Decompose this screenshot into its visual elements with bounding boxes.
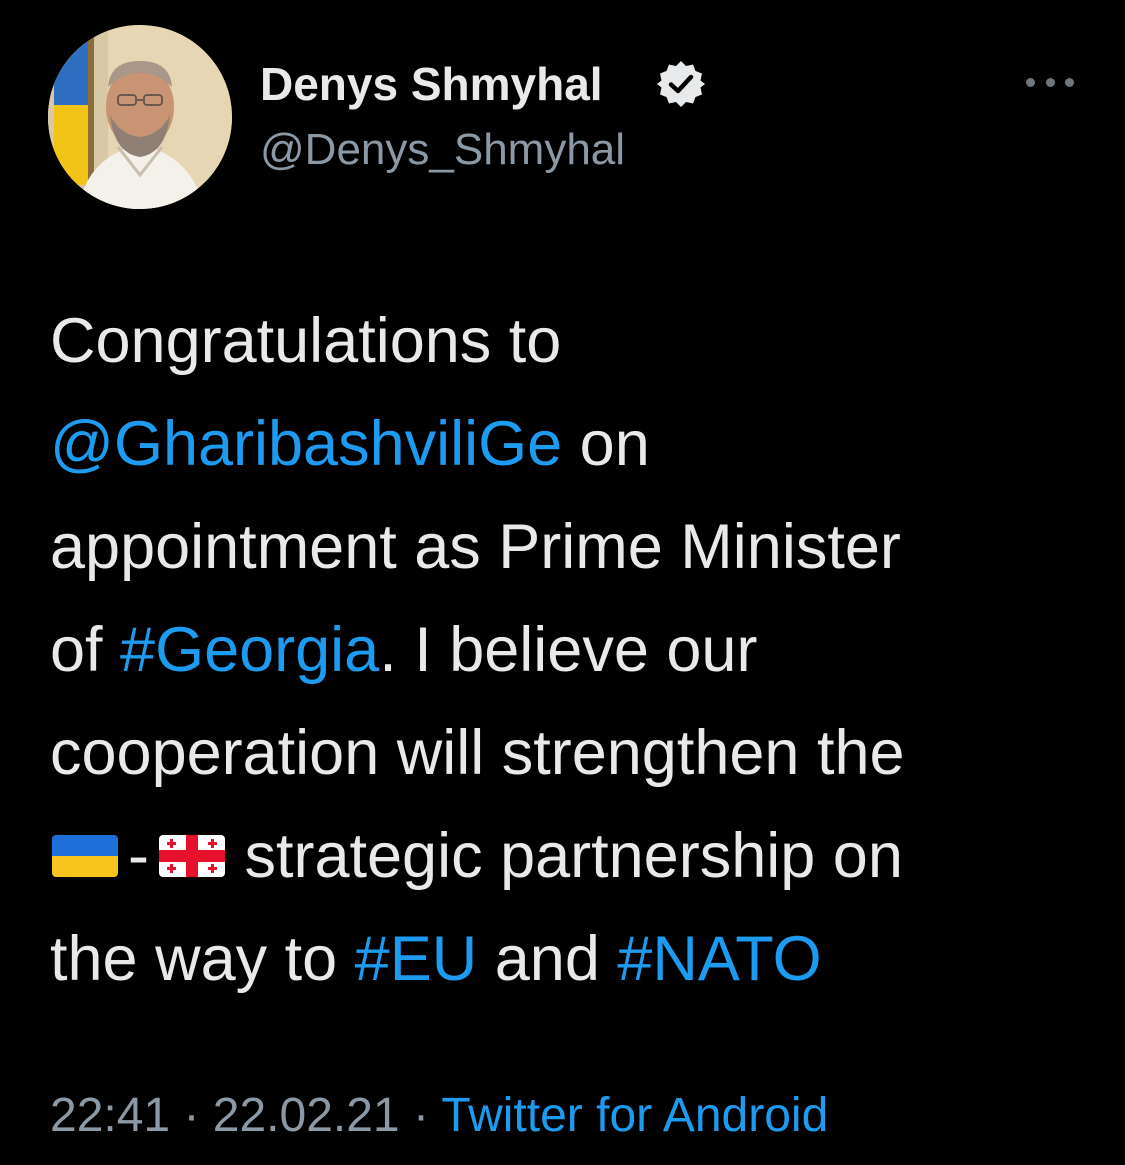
author-handle[interactable]: @Denys_Shmyhal bbox=[260, 124, 625, 176]
tweet-line: cooperation will strengthen the bbox=[50, 702, 1090, 805]
tweet-time[interactable]: 22:41 bbox=[50, 1089, 170, 1142]
flag-separator: - bbox=[128, 821, 149, 891]
text-span: . I believe our bbox=[379, 615, 758, 685]
tweet-date[interactable]: 22.02.21 bbox=[213, 1089, 400, 1142]
text-span: strategic partnership on bbox=[226, 821, 903, 891]
tweet: Denys Shmyhal @Denys_Shmyhal Congratulat… bbox=[0, 0, 1125, 1165]
dot bbox=[1026, 77, 1035, 87]
text-span: on bbox=[562, 409, 650, 479]
ukraine-flag-emoji bbox=[52, 835, 118, 878]
hashtag-nato-link[interactable]: #NATO bbox=[617, 924, 821, 994]
meta-separator: · bbox=[399, 1089, 442, 1142]
tweet-line: appointment as Prime Minister bbox=[50, 496, 1090, 599]
author-display-name[interactable]: Denys Shmyhal bbox=[260, 58, 603, 110]
hashtag-georgia-link[interactable]: #Georgia bbox=[120, 615, 379, 685]
text-span: and bbox=[477, 924, 618, 994]
more-horizontal-icon[interactable] bbox=[1026, 64, 1074, 100]
tweet-source-link[interactable]: Twitter for Android bbox=[441, 1089, 828, 1142]
avatar[interactable] bbox=[48, 25, 232, 209]
dot bbox=[1065, 77, 1074, 87]
text-span: cooperation will strengthen the bbox=[50, 718, 905, 788]
text-span: Congratulations to bbox=[50, 306, 562, 376]
text-span: of bbox=[50, 615, 121, 685]
mention-link[interactable]: @GharibashviliGe bbox=[50, 409, 562, 479]
dot bbox=[1045, 77, 1055, 87]
tweet-line: - strategic partnership on bbox=[50, 805, 1090, 908]
tweet-line: of #Georgia. I believe our bbox=[50, 599, 1090, 702]
text-span: the way to bbox=[50, 924, 355, 994]
tweet-line: Congratulations to bbox=[50, 290, 1090, 393]
text-span: appointment as Prime Minister bbox=[50, 512, 901, 582]
meta-separator: · bbox=[170, 1089, 213, 1142]
verified-badge-icon bbox=[657, 61, 705, 107]
tweet-line: @GharibashviliGe on bbox=[50, 393, 1090, 496]
tweet-text: Congratulations to @GharibashviliGe on a… bbox=[50, 290, 1090, 1011]
tweet-meta: 22:41 · 22.02.21 · Twitter for Android bbox=[50, 1086, 828, 1146]
tweet-line: the way to #EU and #NATO bbox=[50, 908, 1090, 1011]
hashtag-eu-link[interactable]: #EU bbox=[355, 924, 478, 994]
georgia-flag-emoji bbox=[158, 835, 225, 878]
